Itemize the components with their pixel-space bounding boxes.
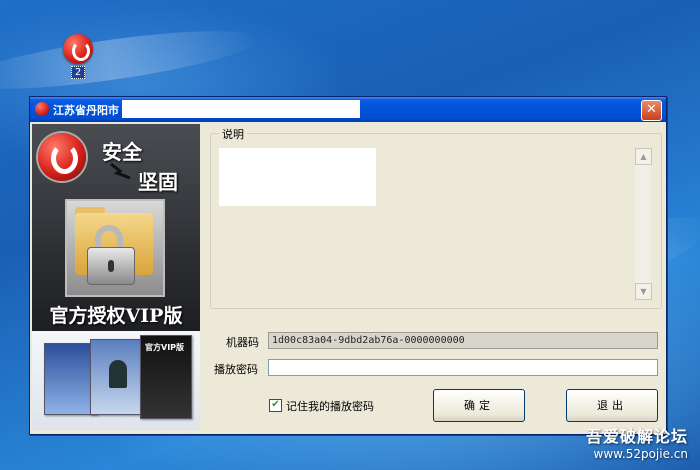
vip-edition-title: 官方授权VIP版 xyxy=(49,305,183,327)
promo-banner: 安全 坚固 官方授权VIP版 官方VIP版 xyxy=(32,124,200,430)
slogan-line1: 安全 xyxy=(102,140,142,164)
scroll-up-icon[interactable]: ▲ xyxy=(635,148,652,165)
product-screenshots: 官方VIP版 xyxy=(32,331,200,430)
remember-password-label[interactable]: 记住我的播放密码 xyxy=(286,398,374,414)
description-text-area[interactable]: ▲ ▼ xyxy=(219,148,652,300)
close-button[interactable]: ✕ xyxy=(641,100,662,121)
play-password-input[interactable] xyxy=(268,359,658,376)
watermark-title: 吾爱破解论坛 xyxy=(585,427,688,446)
slogan-line2: 坚固 xyxy=(138,170,178,194)
screenshot-thumb: 官方VIP版 xyxy=(140,335,192,419)
machine-code-field: 1d00c83a04-9dbd2ab76a-0000000000 xyxy=(268,332,658,349)
title-redacted-area xyxy=(122,100,360,118)
title-bar[interactable]: 江苏省丹阳市 ✕ xyxy=(30,97,666,122)
scroll-down-icon[interactable]: ▼ xyxy=(635,283,652,300)
app-logo-icon xyxy=(35,102,49,116)
lock-folder-icon xyxy=(65,199,165,297)
app-logo-icon xyxy=(38,133,86,181)
lightning-icon xyxy=(110,162,131,180)
description-scrollbar[interactable]: ▲ ▼ xyxy=(635,148,652,300)
wallpaper-streak xyxy=(0,19,262,101)
app-logo-icon xyxy=(63,34,93,64)
watermark-url: www.52pojie.cn xyxy=(593,447,688,461)
machine-code-label: 机器码 xyxy=(226,336,259,349)
player-auth-dialog: 江苏省丹阳市 ✕ 安全 坚固 官方授权VIP版 官方VIP版 说明 ▲ ▼ 机器… xyxy=(29,96,667,435)
desktop-shortcut-label: 2 xyxy=(70,66,86,79)
remember-password-checkbox[interactable]: ✔ xyxy=(269,399,282,412)
play-password-label: 播放密码 xyxy=(214,363,258,376)
desktop-shortcut[interactable]: 2 xyxy=(60,34,96,79)
screenshot-caption: 官方VIP版 xyxy=(145,343,185,352)
window-title: 江苏省丹阳市 xyxy=(53,104,119,117)
description-legend: 说明 xyxy=(219,126,247,142)
exit-button[interactable]: 退出 xyxy=(566,389,658,422)
description-redacted-block xyxy=(219,148,376,206)
forum-watermark: 吾爱破解论坛 www.52pojie.cn xyxy=(586,423,688,461)
description-group: 说明 ▲ ▼ xyxy=(210,126,662,309)
ok-button[interactable]: 确定 xyxy=(433,389,525,422)
